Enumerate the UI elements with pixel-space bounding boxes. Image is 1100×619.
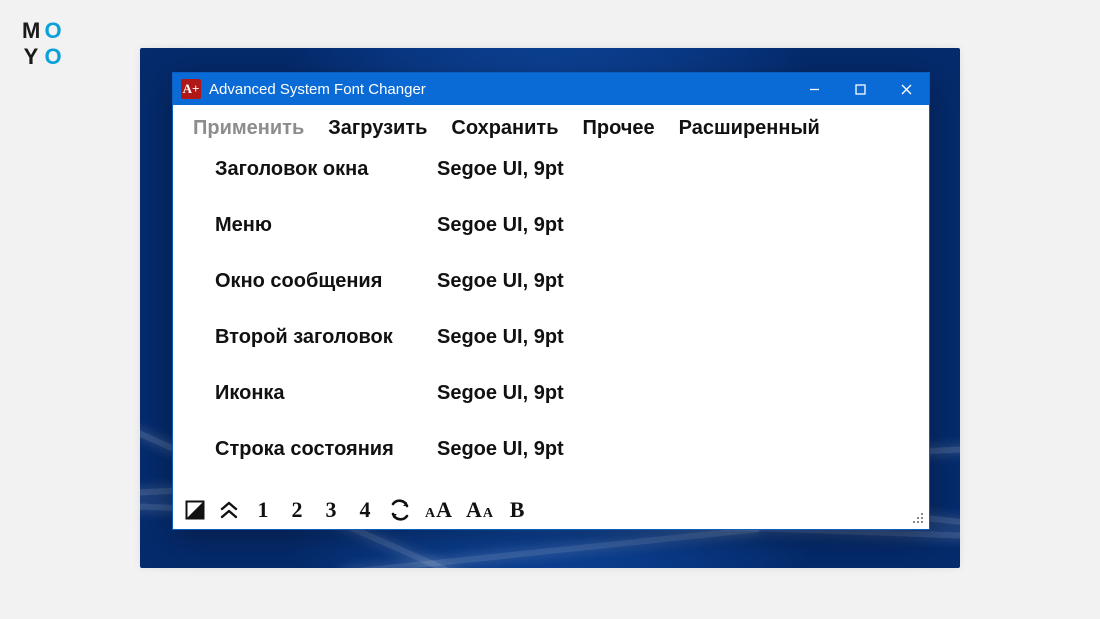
refresh-icon[interactable] bbox=[389, 499, 411, 521]
aa-small: A bbox=[483, 506, 493, 522]
preset-2-button[interactable]: 2 bbox=[287, 497, 307, 523]
menubar: Применить Загрузить Сохранить Прочее Рас… bbox=[173, 105, 929, 144]
logo-letter: Y bbox=[22, 44, 44, 70]
setting-value: Segoe UI, 9pt bbox=[437, 270, 564, 293]
window-title: Advanced System Font Changer bbox=[209, 81, 426, 98]
preset-3-button[interactable]: 3 bbox=[321, 497, 341, 523]
bottom-toolbar: 1 2 3 4 AA AA B bbox=[173, 494, 929, 529]
close-button[interactable] bbox=[883, 73, 929, 105]
minimize-button[interactable] bbox=[791, 73, 837, 105]
setting-label: Окно сообщения bbox=[215, 270, 437, 293]
setting-value: Segoe UI, 9pt bbox=[437, 382, 564, 405]
app-icon: A+ bbox=[181, 79, 201, 99]
setting-label: Строка состояния bbox=[215, 438, 437, 461]
aa-large: A bbox=[436, 497, 452, 523]
setting-row-statusbar[interactable]: Строка состояния Segoe UI, 9pt bbox=[215, 438, 929, 494]
aa-large: A bbox=[466, 497, 482, 523]
setting-row-secondary-title[interactable]: Второй заголовок Segoe UI, 9pt bbox=[215, 326, 929, 382]
setting-value: Segoe UI, 9pt bbox=[437, 438, 564, 461]
resize-grip-icon[interactable] bbox=[911, 511, 925, 525]
maximize-button[interactable] bbox=[837, 73, 883, 105]
menu-apply[interactable]: Применить bbox=[193, 117, 304, 140]
setting-label: Иконка bbox=[215, 382, 437, 405]
menu-load[interactable]: Загрузить bbox=[328, 117, 427, 140]
logo-letter: O bbox=[44, 44, 66, 70]
menu-advanced[interactable]: Расширенный bbox=[679, 117, 820, 140]
logo-letter: O bbox=[44, 18, 66, 44]
setting-row-icon[interactable]: Иконка Segoe UI, 9pt bbox=[215, 382, 929, 438]
setting-value: Segoe UI, 9pt bbox=[437, 214, 564, 237]
font-size-increase-icon[interactable]: AA bbox=[425, 497, 452, 523]
preset-1-button[interactable]: 1 bbox=[253, 497, 273, 523]
preset-4-button[interactable]: 4 bbox=[355, 497, 375, 523]
menu-other[interactable]: Прочее bbox=[583, 117, 655, 140]
logo-letter: M bbox=[22, 18, 44, 44]
site-logo: M O Y O bbox=[22, 18, 66, 70]
font-settings-list: Заголовок окна Segoe UI, 9pt Меню Segoe … bbox=[173, 144, 929, 494]
bold-toggle-button[interactable]: B bbox=[507, 497, 527, 523]
setting-row-menu[interactable]: Меню Segoe UI, 9pt bbox=[215, 214, 929, 270]
aa-small: A bbox=[425, 506, 435, 522]
double-chevron-up-icon[interactable] bbox=[219, 500, 239, 520]
setting-label: Заголовок окна bbox=[215, 158, 437, 181]
setting-value: Segoe UI, 9pt bbox=[437, 326, 564, 349]
setting-value: Segoe UI, 9pt bbox=[437, 158, 564, 181]
app-window: A+ Advanced System Font Changer Применит… bbox=[172, 72, 930, 530]
menu-save[interactable]: Сохранить bbox=[451, 117, 558, 140]
titlebar[interactable]: A+ Advanced System Font Changer bbox=[173, 73, 929, 105]
font-size-decrease-icon[interactable]: AA bbox=[466, 497, 493, 523]
setting-row-messagebox[interactable]: Окно сообщения Segoe UI, 9pt bbox=[215, 270, 929, 326]
setting-label: Второй заголовок bbox=[215, 326, 437, 349]
setting-row-titlebar[interactable]: Заголовок окна Segoe UI, 9pt bbox=[215, 158, 929, 214]
contrast-icon[interactable] bbox=[185, 500, 205, 520]
app-icon-text: A+ bbox=[183, 81, 200, 97]
setting-label: Меню bbox=[215, 214, 437, 237]
